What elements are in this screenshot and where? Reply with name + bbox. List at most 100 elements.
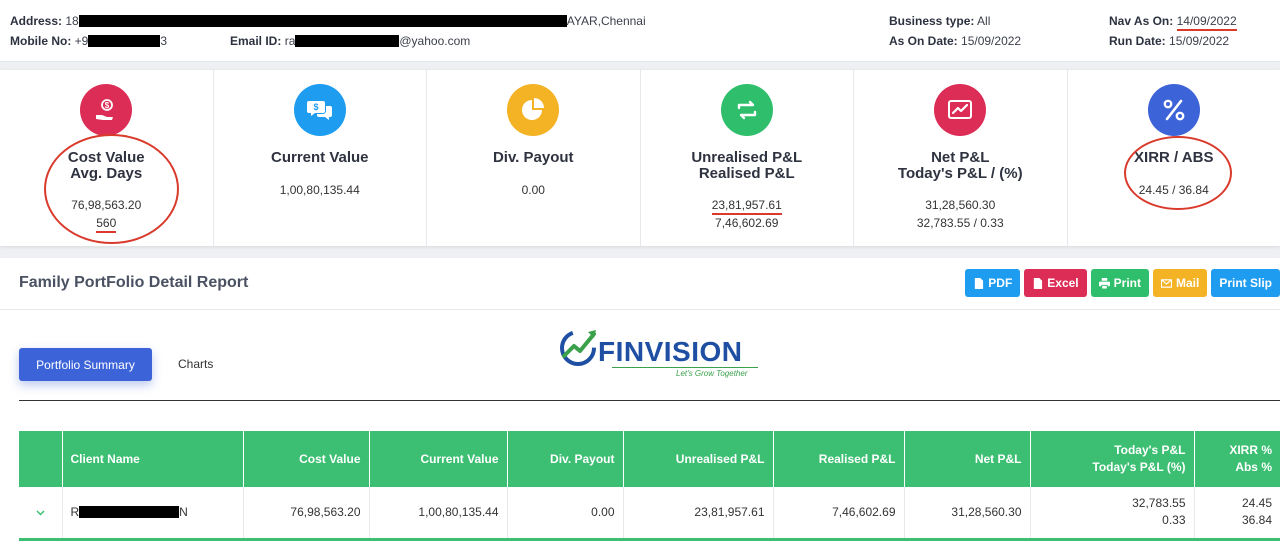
business-type-value: All (977, 14, 991, 28)
cell-net-pl: 31,28,560.30 (904, 487, 1031, 541)
annotation-oval (1123, 136, 1232, 210)
column-header-realised-pl[interactable]: Realised P&L (773, 431, 905, 487)
mail-icon (1160, 278, 1172, 288)
xirr-value: 24.45 (1241, 496, 1272, 511)
mobile-suffix: 3 (160, 34, 168, 48)
header-todays-pl: Today's P&L (1114, 443, 1186, 457)
column-header-current-value[interactable]: Current Value (369, 431, 508, 487)
card-title: XIRR / ABS (1134, 149, 1214, 166)
todays-pl-value: 32,783.55 (1132, 496, 1186, 511)
tab-charts[interactable]: Charts (178, 357, 213, 371)
column-header-xirr[interactable]: XIRR % Abs % (1194, 431, 1280, 487)
export-toolbar: PDF Excel Print Mail Print Slip (965, 269, 1280, 297)
business-type-label: Business type: (889, 14, 975, 28)
card-value: 1,00,80,135.44 (279, 183, 360, 197)
mail-button[interactable]: Mail (1152, 269, 1208, 297)
svg-text:$: $ (313, 102, 318, 112)
cell-client-name: RN (62, 487, 244, 541)
as-on-date-label: As On Date: (889, 34, 958, 48)
card-cost-value: $ Cost Value Avg. Days 76,98,563.20 560 (0, 70, 214, 246)
avg-days-value: 560 (96, 216, 117, 233)
money-chat-icon: $ (293, 84, 346, 136)
card-net-pl: Net P&L Today's P&L / (%) 31,28,560.30 3… (854, 70, 1068, 246)
card-title: Net P&L (931, 149, 990, 166)
excel-button[interactable]: Excel (1024, 269, 1087, 297)
chevron-down-icon[interactable] (19, 487, 63, 541)
portfolio-table: Client Name Cost Value Current Value Div… (19, 431, 1280, 541)
card-xirr: XIRR / ABS 24.45 / 36.84 (1068, 70, 1280, 246)
cell-unrealised-pl: 23,81,957.61 (623, 487, 774, 541)
address-label: Address: (10, 14, 63, 28)
card-value: 76,98,563.20 (71, 198, 142, 212)
svg-text:$: $ (105, 101, 110, 110)
exchange-icon (720, 84, 773, 136)
client-name-suffix: N (179, 505, 188, 520)
mobile-line: Mobile No: +9 3 (10, 34, 167, 48)
card-value: 23,81,957.61 (641, 198, 854, 215)
header-todays-pl-pct: Today's P&L (%) (1092, 460, 1186, 474)
card-secondary-value: 32,783.55 / 0.33 (916, 216, 1004, 230)
card-secondary-value: 7,46,602.69 (715, 216, 779, 230)
address-line: Address: 18 AYAR,Chennai (10, 14, 646, 28)
email-label: Email ID: (230, 34, 282, 48)
column-header-client-name[interactable]: Client Name (62, 431, 244, 487)
print-slip-button-label: Print Slip (1219, 276, 1272, 290)
card-secondary-value: 560 (0, 216, 213, 233)
cell-div-payout: 0.00 (507, 487, 624, 541)
as-on-date-line: As On Date: 15/09/2022 (889, 34, 1021, 48)
email-line: Email ID: ra @yahoo.com (230, 34, 470, 48)
tab-portfolio-summary[interactable]: Portfolio Summary (19, 348, 152, 381)
email-redaction (295, 35, 400, 47)
card-value: 31,28,560.30 (925, 198, 996, 212)
percent-icon (1147, 84, 1200, 136)
business-type-line: Business type: All (889, 14, 990, 28)
header-abs: Abs % (1235, 460, 1272, 474)
logo-tagline: Let's Grow Together (676, 369, 748, 378)
logo-wordmark: FINVISION (598, 336, 743, 367)
hand-money-icon: $ (80, 84, 133, 136)
abs-value: 36.84 (1241, 513, 1272, 528)
nav-as-on-value: 14/09/2022 (1176, 14, 1237, 31)
tabs-divider (19, 400, 1280, 401)
as-on-date-value: 15/09/2022 (961, 34, 1022, 48)
cell-realised-pl: 7,46,602.69 (773, 487, 905, 541)
card-title: Unrealised P&L (691, 149, 803, 166)
address-suffix: AYAR,Chennai (566, 14, 646, 28)
header-xirr: XIRR % (1229, 443, 1272, 457)
excel-button-label: Excel (1047, 276, 1079, 290)
column-header-todays-pl[interactable]: Today's P&L Today's P&L (%) (1030, 431, 1195, 487)
printer-icon (1098, 277, 1110, 289)
column-header-unrealised-pl[interactable]: Unrealised P&L (623, 431, 774, 487)
pdf-file-icon (975, 277, 984, 289)
mobile-prefix: +9 (74, 34, 89, 48)
nav-as-on-label: Nav As On: (1109, 14, 1174, 28)
address-redaction (78, 15, 567, 27)
column-header-cost-value[interactable]: Cost Value (243, 431, 370, 487)
card-title: Div. Payout (492, 149, 574, 166)
column-header-net-pl[interactable]: Net P&L (904, 431, 1031, 487)
nav-as-on-line: Nav As On: 14/09/2022 (1109, 14, 1237, 31)
email-prefix: ra (284, 34, 296, 48)
client-info-header: Address: 18 AYAR,Chennai Mobile No: +9 3 E… (0, 0, 1280, 62)
run-date-value: 15/09/2022 (1169, 34, 1230, 48)
pdf-button[interactable]: PDF (965, 269, 1021, 297)
card-subtitle: Today's P&L / (%) (897, 165, 1023, 182)
print-button[interactable]: Print (1090, 269, 1149, 297)
cell-cost-value: 76,98,563.20 (243, 487, 370, 541)
todays-pl-pct-value: 0.33 (1162, 513, 1186, 528)
card-subtitle: Avg. Days (70, 165, 143, 182)
card-div-payout: Div. Payout 0.00 (427, 70, 641, 246)
cell-xirr: 24.45 36.84 (1194, 487, 1280, 541)
run-date-label: Run Date: (1109, 34, 1166, 48)
mobile-redaction (88, 35, 161, 47)
print-slip-button[interactable]: Print Slip (1211, 269, 1280, 297)
table-header-row: Client Name Cost Value Current Value Div… (19, 431, 1280, 487)
logo-underline (612, 367, 758, 368)
card-value: 0.00 (521, 183, 545, 197)
card-pl: Unrealised P&L Realised P&L 23,81,957.61… (641, 70, 854, 246)
card-title: Current Value (270, 149, 369, 166)
expand-column-header (19, 431, 63, 487)
client-name-redaction (79, 506, 180, 519)
table-row[interactable]: RN 76,98,563.20 1,00,80,135.44 0.00 23,8… (19, 487, 1280, 541)
column-header-div-payout[interactable]: Div. Payout (507, 431, 624, 487)
